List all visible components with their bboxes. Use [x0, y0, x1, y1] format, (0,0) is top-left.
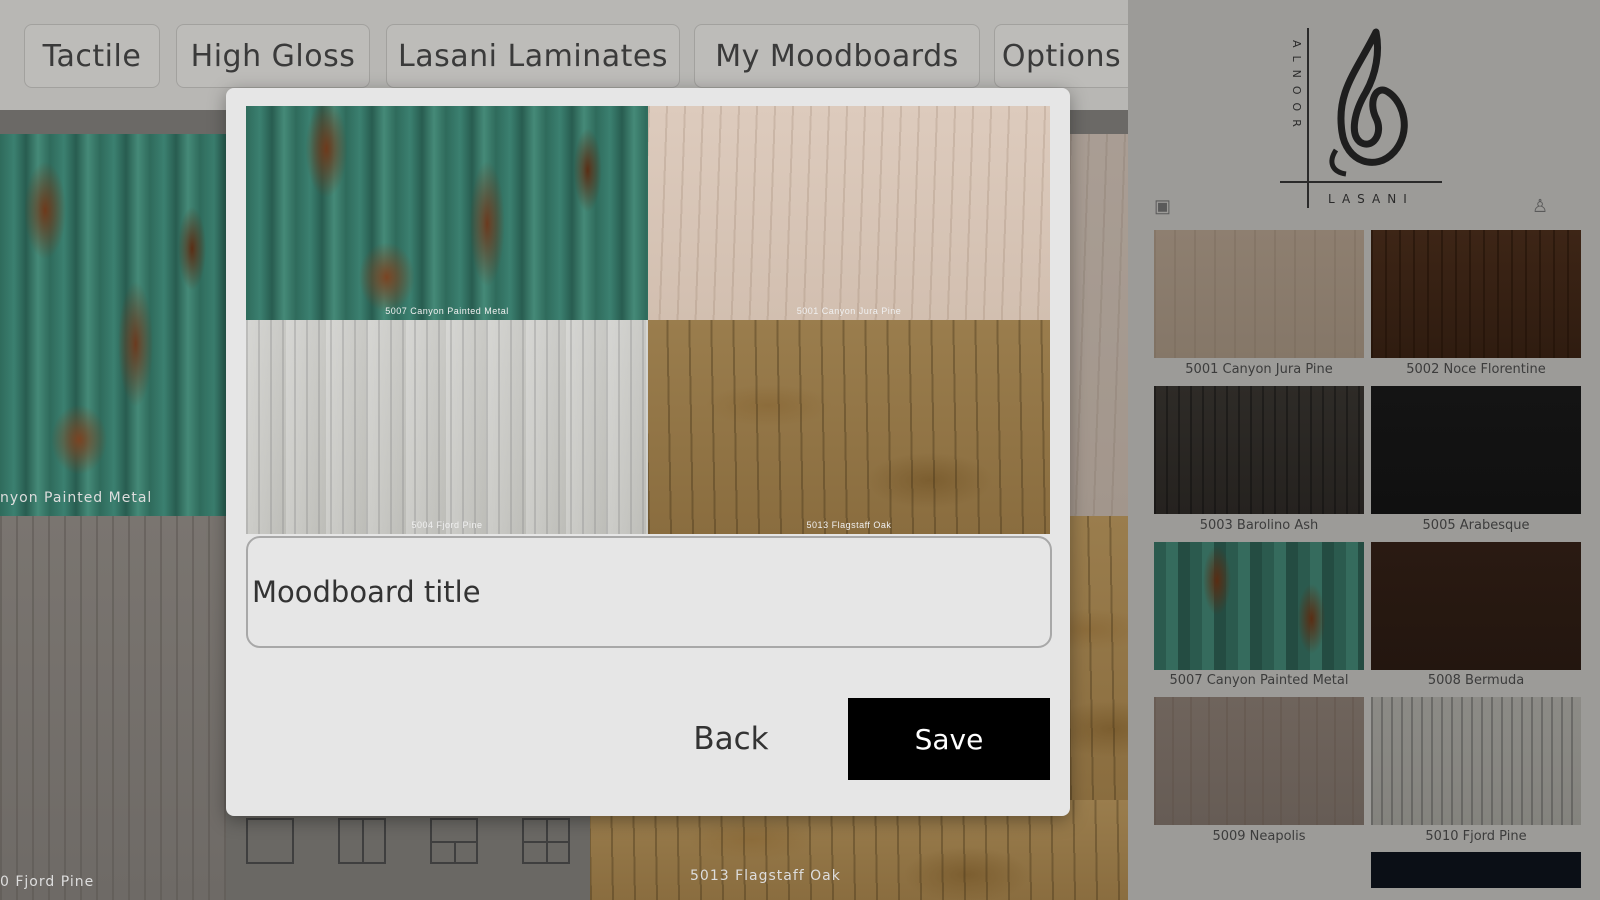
- single-layout-icon[interactable]: [246, 818, 294, 864]
- canvas-tile[interactable]: nyon Painted Metal: [0, 134, 226, 516]
- preview-tile-label: 5007 Canyon Painted Metal: [385, 306, 509, 316]
- preview-tile-label: 5004 Fjord Pine: [411, 520, 483, 530]
- swatch-label: 5007 Canyon Painted Metal: [1169, 673, 1349, 688]
- brand-vertical-text: ALNOOR: [1290, 40, 1303, 135]
- preview-tile-label: 5001 Canyon Jura Pine: [796, 306, 902, 316]
- preview-tile: 5004 Fjord Pine: [246, 320, 648, 534]
- swatch-tile[interactable]: [1371, 852, 1581, 888]
- canvas-tile-label: 0 Fjord Pine: [0, 874, 95, 890]
- canvas-tile[interactable]: [1070, 134, 1128, 516]
- swatch-tile[interactable]: [1154, 386, 1364, 514]
- swatch-label: 5005 Arabesque: [1422, 518, 1530, 533]
- canvas-tile[interactable]: [1070, 516, 1128, 800]
- swatch-tile[interactable]: [1154, 230, 1364, 358]
- swatch-label: 5003 Barolino Ash: [1199, 518, 1319, 533]
- back-button[interactable]: Back: [646, 698, 816, 780]
- canvas-tile[interactable]: 0 Fjord Pine: [0, 516, 226, 900]
- canvas-tile-label: nyon Painted Metal: [0, 490, 153, 506]
- moodboard-title-input[interactable]: [246, 536, 1052, 648]
- tab-my-moodboards[interactable]: My Moodboards: [694, 24, 980, 88]
- preview-tile: 5007 Canyon Painted Metal: [246, 106, 648, 320]
- swatch-tile[interactable]: [1371, 697, 1581, 825]
- tab-tactile[interactable]: Tactile: [24, 24, 160, 88]
- grid-layout-icon[interactable]: [522, 818, 570, 864]
- swatch-tile[interactable]: [1154, 542, 1364, 670]
- swatch-tile[interactable]: [1371, 230, 1581, 358]
- split-layout-icon[interactable]: [430, 818, 478, 864]
- preview-tile: 5001 Canyon Jura Pine: [648, 106, 1050, 320]
- moodboard-preview: 5007 Canyon Painted Metal 5001 Canyon Ju…: [246, 106, 1050, 534]
- swatch-label: 5001 Canyon Jura Pine: [1185, 362, 1333, 377]
- brand-bottom-text: LASANI: [1328, 192, 1414, 206]
- swatch-tile[interactable]: [1154, 697, 1364, 825]
- swatch-label: 5002 Noce Florentine: [1406, 362, 1546, 377]
- preview-tile-label: 5013 Flagstaff Oak: [806, 520, 892, 530]
- swatch-label: 5009 Neapolis: [1212, 829, 1306, 844]
- tab-options[interactable]: Options: [994, 24, 1128, 88]
- tab-lasani-laminates[interactable]: Lasani Laminates: [386, 24, 680, 88]
- tab-high-gloss[interactable]: High Gloss: [176, 24, 370, 88]
- swatch-label: 5010 Fjord Pine: [1425, 829, 1527, 844]
- two-column-layout-icon[interactable]: [338, 818, 386, 864]
- swatch-label: 5008 Bermuda: [1427, 673, 1525, 688]
- canvas-tile-label: 5013 Flagstaff Oak: [690, 868, 841, 884]
- preview-tile: 5013 Flagstaff Oak: [648, 320, 1050, 534]
- info-icon[interactable]: ▣: [1154, 196, 1171, 217]
- swatch-tile[interactable]: [1371, 542, 1581, 670]
- save-button[interactable]: Save: [848, 698, 1050, 780]
- swatch-tile[interactable]: [1371, 386, 1581, 514]
- save-moodboard-dialog: 5007 Canyon Painted Metal 5001 Canyon Ju…: [226, 88, 1070, 816]
- user-icon[interactable]: ♙: [1532, 196, 1548, 217]
